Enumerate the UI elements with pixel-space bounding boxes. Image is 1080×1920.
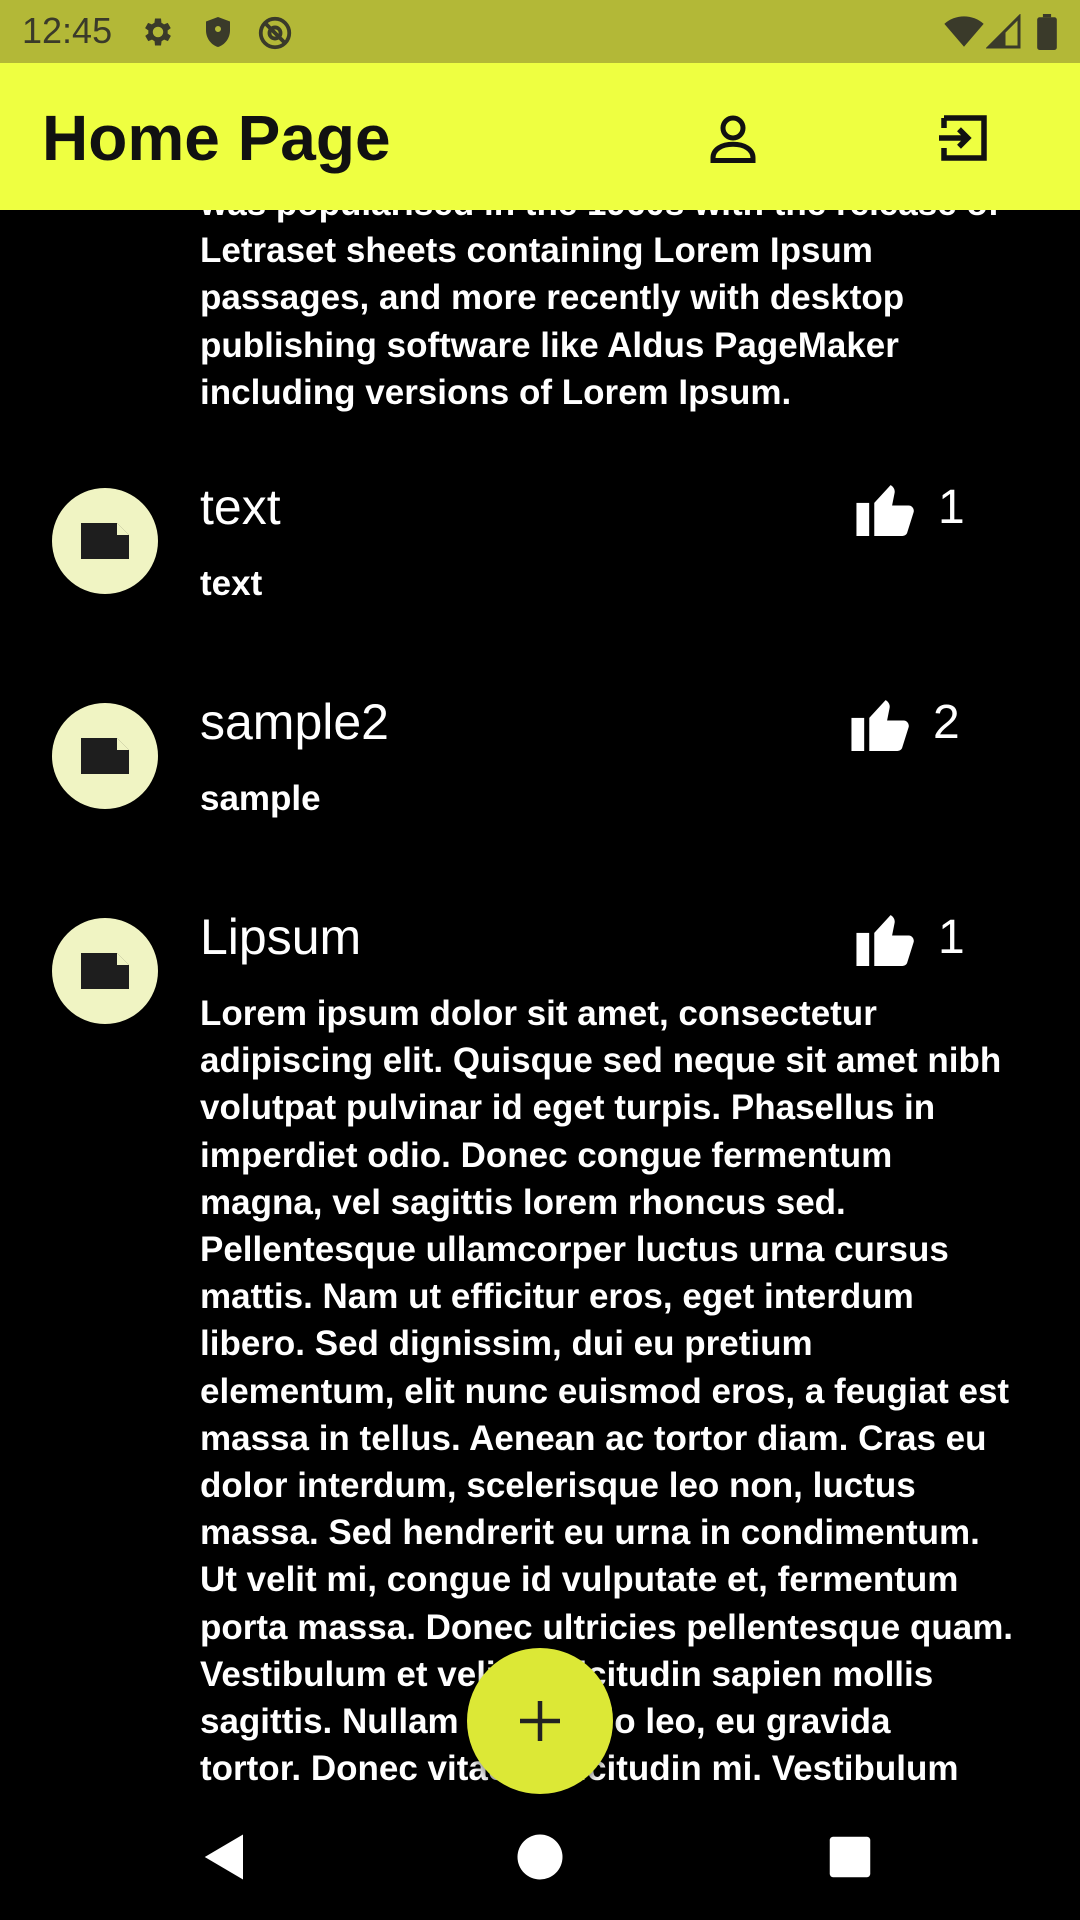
like-count: 2 (933, 696, 960, 749)
note-icon (81, 738, 129, 774)
body-line: sagittis. Nullam commodo leo, eu gravida (200, 1702, 891, 1742)
back-icon[interactable] (198, 1830, 252, 1884)
note-icon (81, 953, 129, 989)
status-bar: 12:45 (0, 0, 1080, 63)
add-icon (520, 1701, 560, 1741)
body-line: text (200, 564, 263, 603)
body-line: mattis. Nam ut efficitur eros, eget inte… (200, 1277, 914, 1317)
body-line: publishing software like Aldus PageMaker (200, 325, 899, 365)
note-title: Lipsum (200, 909, 362, 965)
settings-icon (145, 18, 171, 46)
logout-icon[interactable] (934, 108, 994, 168)
thumb-up-icon[interactable] (856, 480, 918, 536)
body-line: adipiscing elit. Quisque sed neque sit a… (200, 1041, 1002, 1081)
body-line: massa. Sed hendrerit eu urna in condimen… (200, 1513, 980, 1553)
note-title: sample2 (200, 694, 389, 750)
body-line: porta massa. Donec ultricies pellentesqu… (200, 1607, 1014, 1647)
body-line: elementum, elit nunc euismod eros, a feu… (200, 1371, 1010, 1411)
recents-icon[interactable] (823, 1830, 877, 1884)
at-sign-icon (258, 16, 292, 50)
body-line: sample (200, 779, 321, 818)
note-icon (81, 523, 129, 559)
body-line: passages, and more recently with desktop (200, 278, 905, 318)
body-line: Pellentesque ullamcorper luctus urna cur… (200, 1230, 949, 1270)
body-line: Lorem ipsum dolor sit amet, consectetur (200, 994, 877, 1033)
app-bar: Home Page (0, 63, 1080, 210)
shield-icon (206, 17, 230, 47)
page-title: Home Page (42, 102, 391, 174)
body-line: magna, vel sagittis lorem rhoncus sed. (200, 1182, 846, 1222)
body-line: volutpat pulvinar id eget turpis. Phasel… (200, 1088, 936, 1128)
body-line: massa in tellus. Aenean ac tortor diam. … (200, 1418, 987, 1458)
status-time: 12:45 (22, 10, 113, 51)
thumb-up-icon[interactable] (851, 695, 913, 751)
note-title: text (200, 479, 281, 535)
partial-note-body: was popularised in the 1960s with the re… (200, 210, 1030, 416)
body-line: Vestibulum et velit sollicitudin sapien … (200, 1654, 934, 1694)
note-avatar (52, 918, 158, 1024)
body-line: including versions of Lorem Ipsum. (200, 372, 792, 412)
note-avatar (52, 488, 158, 594)
like-count: 1 (938, 481, 965, 534)
body-line: libero. Sed dignissim, dui eu pretium (200, 1324, 813, 1364)
battery-icon (1037, 14, 1057, 50)
note-body: Lorem ipsum dolor sit amet, consectetur … (200, 990, 1030, 1792)
body-line: Letraset sheets containing Lorem Ipsum (200, 231, 873, 271)
body-line: dolor interdum, scelerisque leo non, luc… (200, 1466, 916, 1506)
like-count: 1 (938, 911, 965, 964)
body-line: Ut velit mi, congue id vulputate et, fer… (200, 1560, 959, 1600)
notes-list[interactable]: was popularised in the 1960s with the re… (0, 210, 1080, 1793)
home-icon[interactable] (513, 1830, 567, 1884)
body-line: imperdiet odio. Donec congue fermentum (200, 1135, 893, 1175)
note-body: sample (200, 775, 1030, 822)
body-line: was popularised in the 1960s with the re… (200, 210, 1030, 227)
system-nav-bar (0, 1793, 1080, 1920)
wifi-icon (944, 16, 984, 47)
thumb-up-icon[interactable] (856, 910, 918, 966)
account-icon[interactable] (703, 108, 763, 168)
add-note-button[interactable] (467, 1648, 613, 1794)
body-line: tortor. Donec vitae sollicitudin mi. Ves… (200, 1749, 959, 1789)
note-body: text (200, 560, 1030, 607)
note-avatar (52, 703, 158, 809)
signal-icon (986, 14, 1021, 49)
